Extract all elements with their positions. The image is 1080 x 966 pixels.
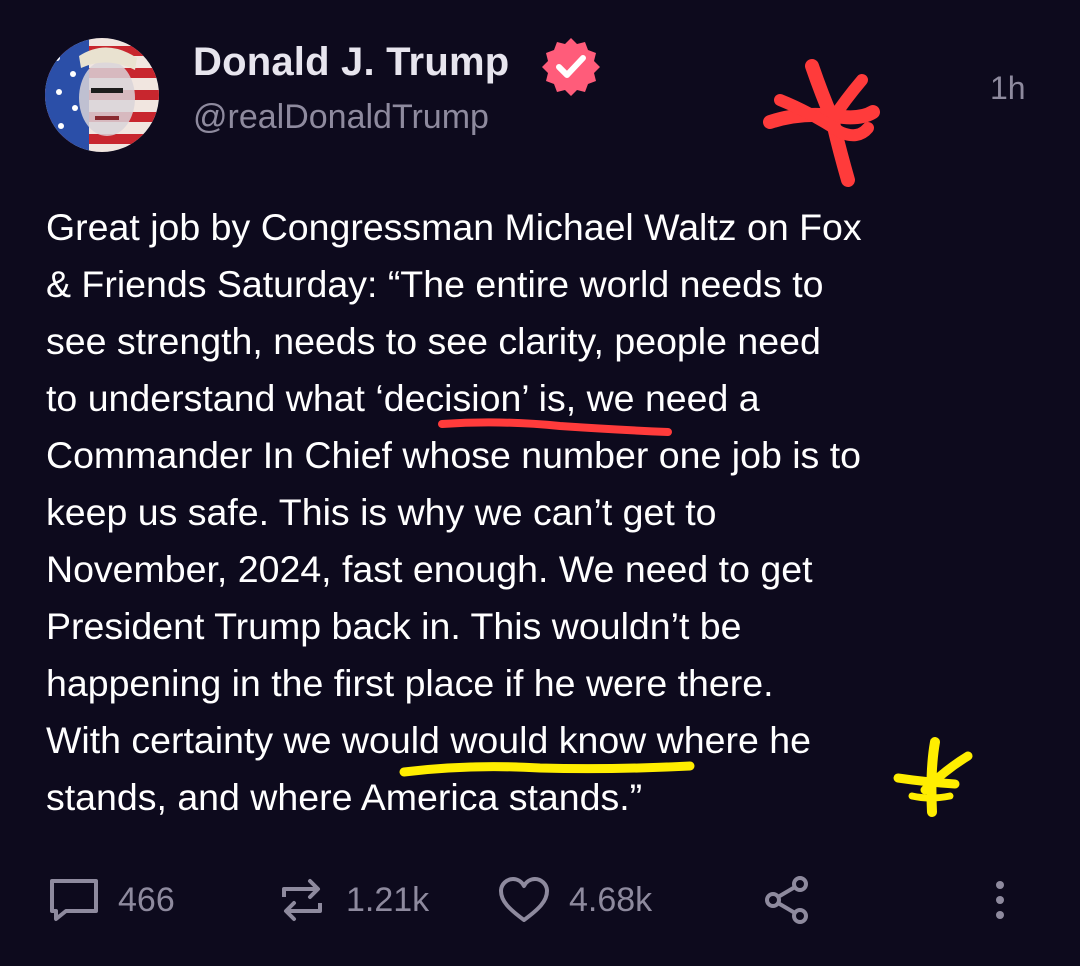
red-asterisk-scribble [763, 59, 880, 187]
verified-badge-icon [542, 38, 600, 96]
post-text-line: keep us safe. This is why we can’t get t… [46, 491, 717, 533]
more-options-button[interactable] [985, 872, 1015, 928]
post-text-line: stands, and where America stands.” [46, 776, 643, 818]
share-button[interactable] [764, 872, 810, 928]
share-icon [765, 876, 808, 924]
reply-button[interactable]: 466 [48, 872, 175, 928]
post-text-line: happening in the first place if he were … [46, 662, 774, 704]
post-text-line: & Friends Saturday: “The entire world ne… [46, 263, 824, 305]
repost-count: 1.21k [346, 880, 430, 919]
like-count: 4.68k [569, 880, 653, 919]
post-body: Great job by Congressman Michael Waltz o… [46, 199, 1046, 826]
post-text-line: Commander In Chief whose number one job … [46, 434, 862, 476]
post-text-line: President Trump back in. This wouldn’t b… [46, 605, 742, 647]
reply-count: 466 [118, 880, 175, 919]
post-timestamp: 1h [990, 70, 1026, 106]
post-text-line: With certainty we would would know where… [46, 719, 811, 761]
like-button[interactable]: 4.68k [497, 872, 652, 928]
author-avatar[interactable] [45, 38, 159, 152]
author-handle[interactable]: @realDonaldTrump [193, 98, 489, 137]
more-vertical-icon [996, 881, 1004, 919]
heart-icon [499, 877, 549, 922]
author-display-name[interactable]: Donald J. Trump [193, 40, 509, 85]
post-text-line: November, 2024, fast enough. We need to … [46, 548, 813, 590]
post-text-line: see strength, needs to see clarity, peop… [46, 320, 821, 362]
post-text-line: Great job by Congressman Michael Waltz o… [46, 206, 862, 248]
flag-portrait-avatar-icon [45, 38, 159, 152]
repost-icon [282, 879, 322, 921]
post-card: Donald J. Trump @realDonaldTrump 1h Grea… [0, 0, 1080, 966]
repost-button[interactable]: 1.21k [276, 872, 429, 928]
comment-icon [50, 879, 98, 921]
post-text-line: to understand what ‘decision’ is, we nee… [46, 377, 760, 419]
